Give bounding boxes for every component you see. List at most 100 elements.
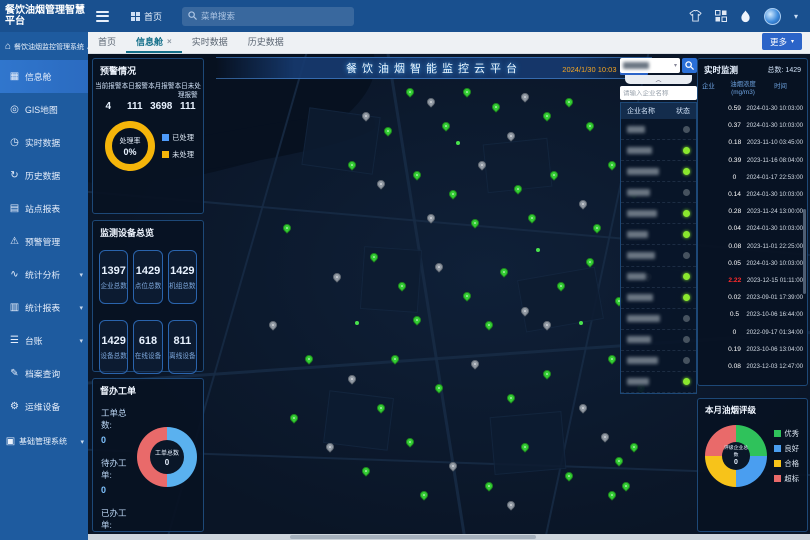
company-list-item[interactable] <box>621 288 696 309</box>
map-pin-offline-icon[interactable] <box>577 198 588 209</box>
layout-icon[interactable] <box>715 10 727 22</box>
map-pin-online-icon[interactable] <box>462 290 473 301</box>
sidebar-item-report[interactable]: ▥统计报表▾ <box>0 291 88 324</box>
realtime-row[interactable]: 0.592024-01-30 10:03:00 <box>698 100 807 117</box>
tab-2[interactable]: 实时数据 <box>182 31 238 53</box>
map-pin-online-icon[interactable] <box>541 368 552 379</box>
company-name-search[interactable] <box>620 86 697 100</box>
scrollbar-thumb[interactable] <box>290 535 535 539</box>
map-pin-online-icon[interactable] <box>418 490 429 501</box>
horizontal-scrollbar[interactable] <box>88 534 810 540</box>
map-pin-offline-icon[interactable] <box>433 261 444 272</box>
map-pin-online-icon[interactable] <box>447 188 458 199</box>
company-list-item[interactable] <box>621 161 696 182</box>
realtime-row[interactable]: 0.082023-12-03 12:47:00 <box>698 358 807 375</box>
realtime-row[interactable]: 0.082023-11-01 22:25:00 <box>698 238 807 255</box>
flame-icon[interactable] <box>740 10 751 23</box>
tab-0[interactable]: 首页 <box>88 31 126 53</box>
map-pin-online-icon[interactable] <box>281 222 292 233</box>
map-pin-online-icon[interactable] <box>411 169 422 180</box>
breadcrumb-home[interactable]: 首页 <box>131 10 162 23</box>
realtime-row[interactable]: 02022-09-17 01:34:00 <box>698 323 807 340</box>
realtime-row[interactable]: 0.052024-01-30 10:03:00 <box>698 255 807 272</box>
sidebar-section-base-system[interactable]: ▣ 基础管理系统 ▾ <box>0 427 88 455</box>
map-pin-offline-icon[interactable] <box>505 130 516 141</box>
realtime-row[interactable]: 0.372024-01-30 10:03:00 <box>698 117 807 134</box>
company-search-button[interactable] <box>682 58 697 73</box>
map-pin-online-icon[interactable] <box>563 470 574 481</box>
map-pin-online-icon[interactable] <box>563 96 574 107</box>
realtime-row[interactable]: 0.182023-11-10 03:45:00 <box>698 134 807 151</box>
realtime-row[interactable]: 0.192023-10-06 13:04:00 <box>698 341 807 358</box>
company-name-input[interactable] <box>623 90 694 97</box>
map-pin-online-icon[interactable] <box>462 86 473 97</box>
map-pin-online-icon[interactable] <box>606 354 617 365</box>
map-pin-online-icon[interactable] <box>498 266 509 277</box>
map-pin-online-icon[interactable] <box>411 315 422 326</box>
menu-search[interactable] <box>182 7 354 26</box>
map-pin-online-icon[interactable] <box>606 490 617 501</box>
sidebar-item-realtime[interactable]: ◷实时数据 <box>0 126 88 159</box>
map-pin-online-icon[interactable] <box>491 101 502 112</box>
map-pin-online-icon[interactable] <box>288 412 299 423</box>
map-pin-offline-icon[interactable] <box>577 402 588 413</box>
map-pin-online-icon[interactable] <box>628 441 639 452</box>
map-pin-online-icon[interactable] <box>456 141 460 145</box>
map-pin-online-icon[interactable] <box>613 456 624 467</box>
map-pin-online-icon[interactable] <box>579 321 583 325</box>
realtime-row[interactable]: 0.022023-09-01 17:39:00 <box>698 289 807 306</box>
sidebar-item-ledger[interactable]: ☰台账▾ <box>0 324 88 357</box>
company-list-item[interactable] <box>621 330 696 351</box>
map-pin-offline-icon[interactable] <box>375 179 386 190</box>
collapse-toggle[interactable]: ︿ <box>625 75 692 84</box>
sidebar-item-device[interactable]: ⚙运维设备 <box>0 390 88 423</box>
sidebar-item-site-report[interactable]: ▤站点报表 <box>0 192 88 225</box>
map-pin-online-icon[interactable] <box>585 120 596 131</box>
menu-search-input[interactable] <box>201 11 348 21</box>
tab-1[interactable]: 信息舱× <box>126 31 182 53</box>
map-pin-online-icon[interactable] <box>592 222 603 233</box>
company-list-item[interactable] <box>621 140 696 161</box>
map-pin-online-icon[interactable] <box>536 248 540 252</box>
company-list-item[interactable] <box>621 309 696 330</box>
map-pin-offline-icon[interactable] <box>426 96 437 107</box>
user-menu-chevron-down-icon[interactable]: ▾ <box>794 12 798 21</box>
company-list-item[interactable] <box>621 182 696 203</box>
company-list-item[interactable] <box>621 119 696 140</box>
sidebar-item-archive[interactable]: ✎档案查询 <box>0 357 88 390</box>
company-list-item[interactable] <box>621 224 696 245</box>
map-pin-online-icon[interactable] <box>527 213 538 224</box>
company-list-item[interactable] <box>621 351 696 372</box>
realtime-row[interactable]: 0.282023-11-24 13:00:00 <box>698 203 807 220</box>
sidebar-item-dashboard[interactable]: ▦信息舱 <box>0 60 88 93</box>
company-list-item[interactable] <box>621 245 696 266</box>
close-icon[interactable]: × <box>167 37 172 46</box>
company-list-item[interactable] <box>621 267 696 288</box>
map-pin-offline-icon[interactable] <box>346 373 357 384</box>
user-avatar[interactable] <box>764 8 781 25</box>
hamburger-menu-icon[interactable] <box>96 11 109 22</box>
map-pin-online-icon[interactable] <box>382 125 393 136</box>
company-filter-select[interactable]: ▾ <box>620 58 680 73</box>
realtime-row[interactable]: 0.142024-01-30 10:03:00 <box>698 186 807 203</box>
sidebar-item-analysis[interactable]: ∿统计分析▾ <box>0 258 88 291</box>
more-button[interactable]: 更多 ▾ <box>762 33 802 50</box>
realtime-row[interactable]: 02024-01-17 22:53:00 <box>698 169 807 186</box>
realtime-row[interactable]: 0.042024-01-30 10:03:00 <box>698 220 807 237</box>
theme-shirt-icon[interactable] <box>689 10 702 22</box>
map-pin-online-icon[interactable] <box>621 480 632 491</box>
realtime-row[interactable]: 0.52023-10-06 16:44:00 <box>698 306 807 323</box>
map-pin-online-icon[interactable] <box>483 320 494 331</box>
realtime-row[interactable]: 0.392023-11-16 08:04:00 <box>698 152 807 169</box>
map-pin-online-icon[interactable] <box>355 321 359 325</box>
sidebar-section-monitoring-system[interactable]: ⌂ 餐饮油烟监控管理系统 ▴ <box>0 32 88 60</box>
realtime-scrollbar[interactable] <box>803 209 806 294</box>
map-pin-online-icon[interactable] <box>541 111 552 122</box>
map-pin-online-icon[interactable] <box>404 86 415 97</box>
company-list-item[interactable] <box>621 372 696 393</box>
realtime-row[interactable]: 2.222023-12-15 01:11:00 <box>698 272 807 289</box>
tab-3[interactable]: 历史数据 <box>238 31 294 53</box>
map-pin-offline-icon[interactable] <box>520 91 531 102</box>
map-pin-offline-icon[interactable] <box>469 359 480 370</box>
sidebar-item-history[interactable]: ↻历史数据 <box>0 159 88 192</box>
